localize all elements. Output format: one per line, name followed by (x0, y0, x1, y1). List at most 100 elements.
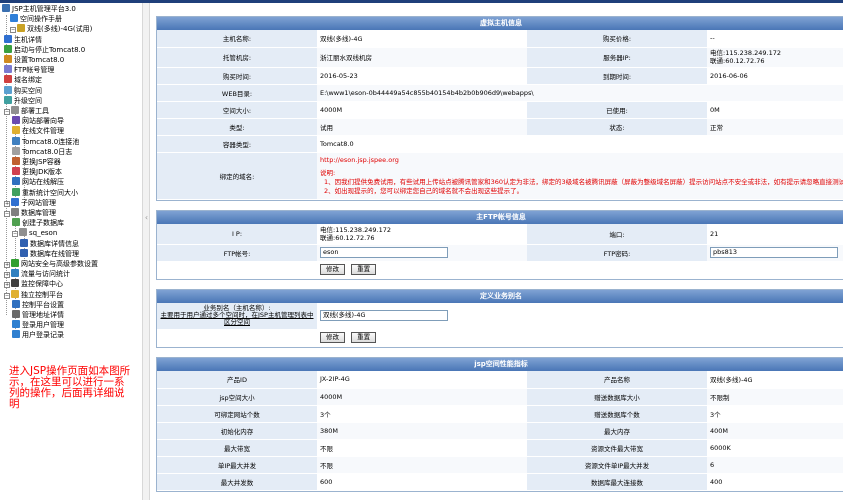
collapse-icon[interactable]: − (10, 27, 16, 34)
perf-value: 400 (707, 473, 843, 491)
alias-reset-button[interactable]: 重置 (351, 332, 377, 343)
tree-item[interactable]: FTP帐号管理 (4, 65, 54, 75)
address-icon (12, 310, 20, 318)
tree-item[interactable]: 更换JDK版本 (12, 167, 62, 177)
datacenter-label: 托管机房: (157, 47, 317, 68)
expand-icon[interactable]: + (4, 262, 10, 268)
datacenter-value: 浙江丽水双线机房 (317, 47, 527, 68)
tree-item[interactable]: − 数据库管理 (4, 208, 56, 218)
alias-input[interactable]: 双线(多线)-4G (320, 310, 448, 322)
tree-item[interactable]: 管理地址详情 (12, 310, 64, 320)
server-ip-telecom: 电信:115.238.249.172 (710, 49, 782, 57)
tree-item[interactable]: 空间操作手册 (10, 14, 62, 24)
tree-item-label: 监控保障中心 (21, 280, 63, 289)
tree-item-label: 主机详情 (14, 35, 42, 44)
perf-value: 不限 (317, 456, 527, 474)
alias-modify-button[interactable]: 修改 (320, 332, 345, 343)
stats-icon (12, 187, 20, 196)
tree-item[interactable]: 升级空间 (4, 95, 42, 106)
tree-item[interactable]: JSP主机管理平台3.0 (2, 4, 76, 14)
ftp-account-input[interactable]: eson (320, 247, 448, 258)
table-row: 初始化内存 380M 最大内存 400M (157, 422, 843, 440)
ftp-title: 主FTP帐号信息 (157, 211, 843, 224)
tree-item[interactable]: 购买空间 (4, 85, 42, 96)
perf-label: 资源文件单IP最大并发 (527, 456, 707, 474)
ftp-account-cell: eson (317, 244, 527, 262)
perf-title: jsp空间性能指标 (157, 358, 843, 371)
monitor-icon (11, 279, 19, 288)
tree-item[interactable]: 设置Tomcat8.0 (4, 55, 64, 65)
tree-item[interactable]: 更换JSP容器 (12, 157, 61, 167)
tree-item[interactable]: + 网站安全与高级参数设置 (4, 259, 98, 269)
database-icon (11, 208, 19, 216)
collapse-icon[interactable]: − (4, 292, 10, 299)
db-manage-icon (20, 248, 28, 257)
ftp-reset-button[interactable]: 重置 (351, 264, 377, 275)
server-ip-value: 电信:115.238.249.172 联通:60.12.72.76 (707, 47, 843, 68)
upgrade-icon (4, 95, 12, 104)
tree-item[interactable]: 主机详情 (4, 34, 42, 45)
collapse-icon[interactable]: − (4, 211, 10, 217)
tree-item[interactable]: 在线文件管理 (12, 126, 64, 136)
perf-value: 双线(多线)-4G (707, 371, 843, 389)
tree-item-label: Tomcat8.0日志 (22, 147, 73, 156)
ftp-actions: 修改 重置 (317, 261, 843, 279)
ftp-table: I P: 电信:115.238.249.172 联通:60.12.72.76 端… (157, 224, 843, 279)
domain-link[interactable]: http://eson.jsp.jspee.org (320, 156, 843, 165)
tree-item[interactable]: + 监控保障中心 (4, 279, 63, 289)
tree-item[interactable]: − 部署工具 (4, 106, 49, 116)
tree-item[interactable]: 创建子数据库 (12, 218, 64, 228)
table-row: 单IP最大并发 不限 资源文件单IP最大并发 6 (157, 456, 843, 474)
domain-cell: http://eson.jsp.jspee.org 说明: 1、因我们提供免费试… (317, 152, 843, 200)
tree-item[interactable]: 数据库在线管理 (20, 248, 79, 259)
used-label: 已使用: (527, 101, 707, 119)
collapse-icon[interactable]: − (4, 109, 10, 115)
tree-item[interactable]: 数据库详情信息 (20, 238, 79, 249)
tree-item[interactable]: Tomcat8.0日志 (12, 146, 73, 157)
tree-item[interactable]: 登录用户管理 (12, 320, 64, 330)
tree-item[interactable]: − sq_eson (12, 228, 57, 238)
expire-value: 2016-06-06 (707, 67, 843, 85)
expand-icon[interactable]: + (4, 200, 10, 207)
expand-icon[interactable]: + (4, 272, 10, 279)
tree-item[interactable]: + 子网站管理 (4, 197, 56, 208)
perf-value: 不限 (317, 439, 527, 457)
tree-item[interactable]: 用户登录记录 (12, 330, 64, 340)
tree-item-label: 更换JSP容器 (22, 158, 61, 166)
tree-item-label: 用户登录记录 (22, 331, 64, 340)
tree-item[interactable]: 控制平台设置 (12, 299, 64, 310)
tree-item[interactable]: 启动与停止Tomcat8.0 (4, 44, 86, 55)
expand-icon[interactable]: + (4, 282, 10, 289)
tree-item[interactable]: Tomcat8.0连接池 (12, 136, 79, 147)
tree-item-label: 数据库详情信息 (30, 239, 79, 248)
tree-item[interactable]: 网站在线解压 (12, 177, 64, 187)
tree-item[interactable]: − 独立控制平台 (4, 289, 63, 300)
tree-item[interactable]: 重新统计空间大小 (12, 187, 78, 198)
table-row: 产品ID JX-2IP-4G 产品名称 双线(多线)-4G (157, 371, 843, 389)
tree-item-label: 子网站管理 (21, 198, 56, 207)
tree-item[interactable]: 域名绑定 (4, 75, 42, 85)
table-row: 最大并发数 600 数据库最大连接数 400 (157, 473, 843, 491)
tree-item[interactable]: + 流量与访问统计 (4, 269, 70, 279)
web-dir-label: WEB目录: (157, 84, 317, 102)
pool-icon (12, 136, 20, 145)
tree-item-label: 登录用户管理 (22, 321, 64, 330)
globe-icon (4, 75, 12, 84)
perf-value: 6 (707, 456, 843, 474)
panel-splitter[interactable]: ‹ (142, 3, 150, 500)
ftp-password-input[interactable]: pbs813 (710, 247, 838, 258)
tree-item-label: 管理地址详情 (22, 311, 64, 319)
table-row: 可绑定网站个数 3个 赠送数据库个数 3个 (157, 405, 843, 423)
tree-item[interactable]: 网站部署向导 (12, 116, 64, 126)
splitter-grip-icon[interactable]: ‹ (144, 208, 149, 228)
tree-item-label: 数据库管理 (21, 209, 56, 217)
perf-label: 赠送数据库个数 (527, 405, 707, 423)
tree-item-label: 启动与停止Tomcat8.0 (14, 45, 86, 54)
tree-item-label: 空间操作手册 (20, 15, 62, 24)
tree-item[interactable]: − 双线(多线)-4G(试用) (10, 24, 92, 34)
collapse-icon[interactable]: − (12, 231, 18, 238)
ftp-modify-button[interactable]: 修改 (320, 264, 345, 275)
host-name-value: 双线(多线)-4G (317, 30, 527, 48)
main-content: 虚拟主机信息 主机名称: 双线(多线)-4G 购买价格: -- 托管机房: 浙江… (150, 3, 843, 500)
db-info-icon (20, 238, 28, 247)
